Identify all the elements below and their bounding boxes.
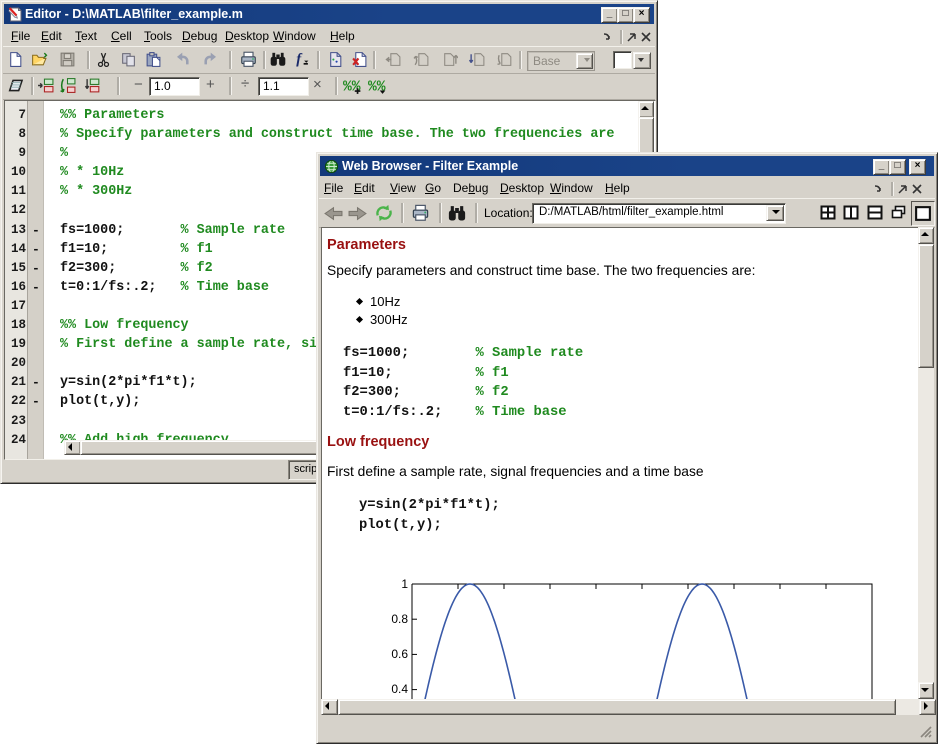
svg-text:0.4: 0.4: [391, 682, 408, 696]
svg-text:1: 1: [401, 577, 408, 591]
svg-text:0.8: 0.8: [391, 612, 408, 626]
svg-text:f: f: [296, 51, 303, 67]
svg-text:0.6: 0.6: [391, 647, 408, 661]
